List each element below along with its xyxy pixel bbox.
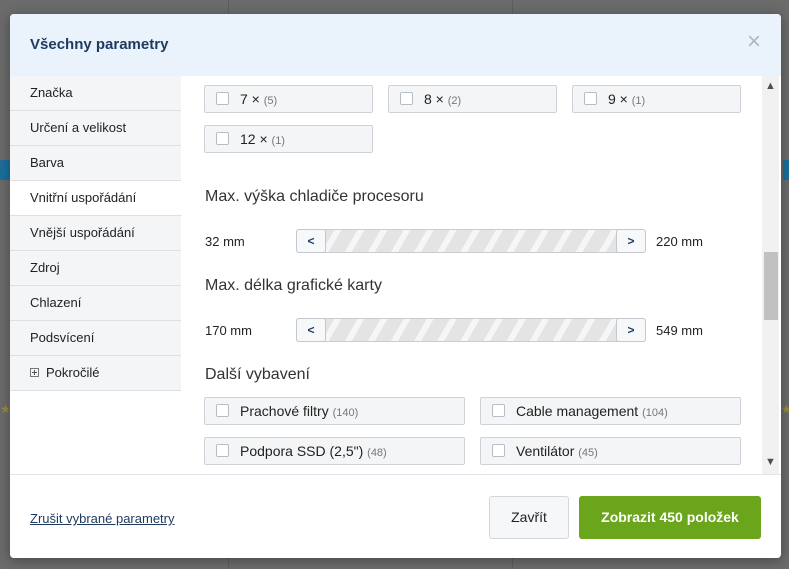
checkbox-box [216, 444, 229, 457]
sidebar-item-internal-layout[interactable]: Vnitřní uspořádání [10, 181, 182, 216]
option-label: 8 × [424, 91, 444, 107]
option-label: Cable management [516, 403, 639, 419]
gpu-length-min: 170 mm [205, 323, 252, 338]
sidebar-item-label: Pokročilé [46, 365, 100, 380]
fan-option-checkbox[interactable]: 12 × (1) [204, 125, 373, 153]
fan-option-checkbox[interactable]: 8 × (2) [388, 85, 557, 113]
sidebar-item-cooling[interactable]: Chlazení [10, 286, 181, 321]
cooler-height-max: 220 mm [656, 234, 703, 249]
modal-footer: Zrušit vybrané parametry Zavřít Zobrazit… [10, 474, 781, 558]
parameter-content: 7 × (5) 8 × (2) 9 × (1) 12 × (1) Max. vý… [182, 76, 760, 474]
option-count: (2) [447, 95, 462, 107]
scroll-thumb[interactable] [764, 252, 778, 320]
close-button[interactable]: Zavřít [489, 496, 569, 539]
option-count: (45) [578, 447, 598, 459]
scroll-down-icon[interactable]: ▼ [762, 454, 779, 471]
sidebar-item-power-supply[interactable]: Zdroj [10, 251, 181, 286]
content-scrollbar[interactable]: ▲ ▼ [762, 76, 779, 474]
option-count: (140) [332, 407, 359, 419]
extras-option-checkbox[interactable]: Podpora SSD (2,5") (48) [204, 437, 465, 465]
sidebar-item-external-layout[interactable]: Vnější uspořádání [10, 216, 181, 251]
slider-max-handle[interactable]: > [616, 229, 646, 253]
option-count: (5) [263, 95, 278, 107]
option-label: Ventilátor [516, 443, 575, 459]
sidebar-item-advanced[interactable]: Pokročilé [10, 356, 181, 391]
checkbox-box [584, 92, 597, 105]
extras-option-checkbox[interactable]: Prachové filtry (140) [204, 397, 465, 425]
background-badge [783, 160, 789, 180]
option-count: (104) [642, 407, 668, 419]
slider-max-handle[interactable]: > [616, 318, 646, 342]
option-label: 9 × [608, 91, 628, 107]
gpu-length-title: Max. délka grafické karty [205, 277, 382, 294]
sidebar-item-lighting[interactable]: Podsvícení [10, 321, 181, 356]
option-label: 7 × [240, 91, 260, 107]
cooler-height-slider[interactable]: < > [296, 229, 646, 253]
scroll-up-icon[interactable]: ▲ [762, 78, 779, 95]
extras-title: Další vybavení [205, 366, 310, 383]
checkbox-box [216, 92, 229, 105]
checkbox-box [492, 444, 505, 457]
slider-min-handle[interactable]: < [296, 229, 326, 253]
checkbox-box [216, 132, 229, 145]
background-star-icon: ★ [781, 402, 789, 416]
option-count: (48) [367, 447, 387, 459]
checkbox-box [400, 92, 413, 105]
sidebar-item-color[interactable]: Barva [10, 146, 181, 181]
option-count: (1) [271, 135, 285, 147]
expand-plus-icon [30, 368, 39, 377]
option-label: Prachové filtry [240, 403, 329, 419]
option-count: (1) [631, 95, 646, 107]
show-results-button[interactable]: Zobrazit 450 položek [579, 496, 761, 539]
reset-parameters-link[interactable]: Zrušit vybrané parametry [30, 511, 175, 526]
gpu-length-max: 549 mm [656, 323, 703, 338]
fan-option-checkbox[interactable]: 9 × (1) [572, 85, 741, 113]
sidebar-item-purpose-size[interactable]: Určení a velikost [10, 111, 181, 146]
extras-option-checkbox[interactable]: Ventilátor (45) [480, 437, 741, 465]
cooler-height-title: Max. výška chladiče procesoru [205, 188, 424, 205]
modal-title: Všechny parametry [30, 36, 169, 53]
checkbox-box [216, 404, 229, 417]
option-label: Podpora SSD (2,5") [240, 443, 364, 459]
background-badge [0, 160, 10, 180]
checkbox-box [492, 404, 505, 417]
option-label: 12 × [240, 131, 268, 147]
extras-option-checkbox[interactable]: Cable management (104) [480, 397, 741, 425]
slider-min-handle[interactable]: < [296, 318, 326, 342]
fan-option-checkbox[interactable]: 7 × (5) [204, 85, 373, 113]
all-parameters-modal: Všechny parametry × Značka Určení a veli… [10, 14, 781, 558]
parameter-sidebar: Značka Určení a velikost Barva Vnitřní u… [10, 76, 182, 474]
modal-header: Všechny parametry × [10, 14, 781, 76]
close-icon[interactable]: × [743, 30, 765, 54]
sidebar-item-brand[interactable]: Značka [10, 76, 181, 111]
cooler-height-min: 32 mm [205, 234, 245, 249]
gpu-length-slider[interactable]: < > [296, 318, 646, 342]
